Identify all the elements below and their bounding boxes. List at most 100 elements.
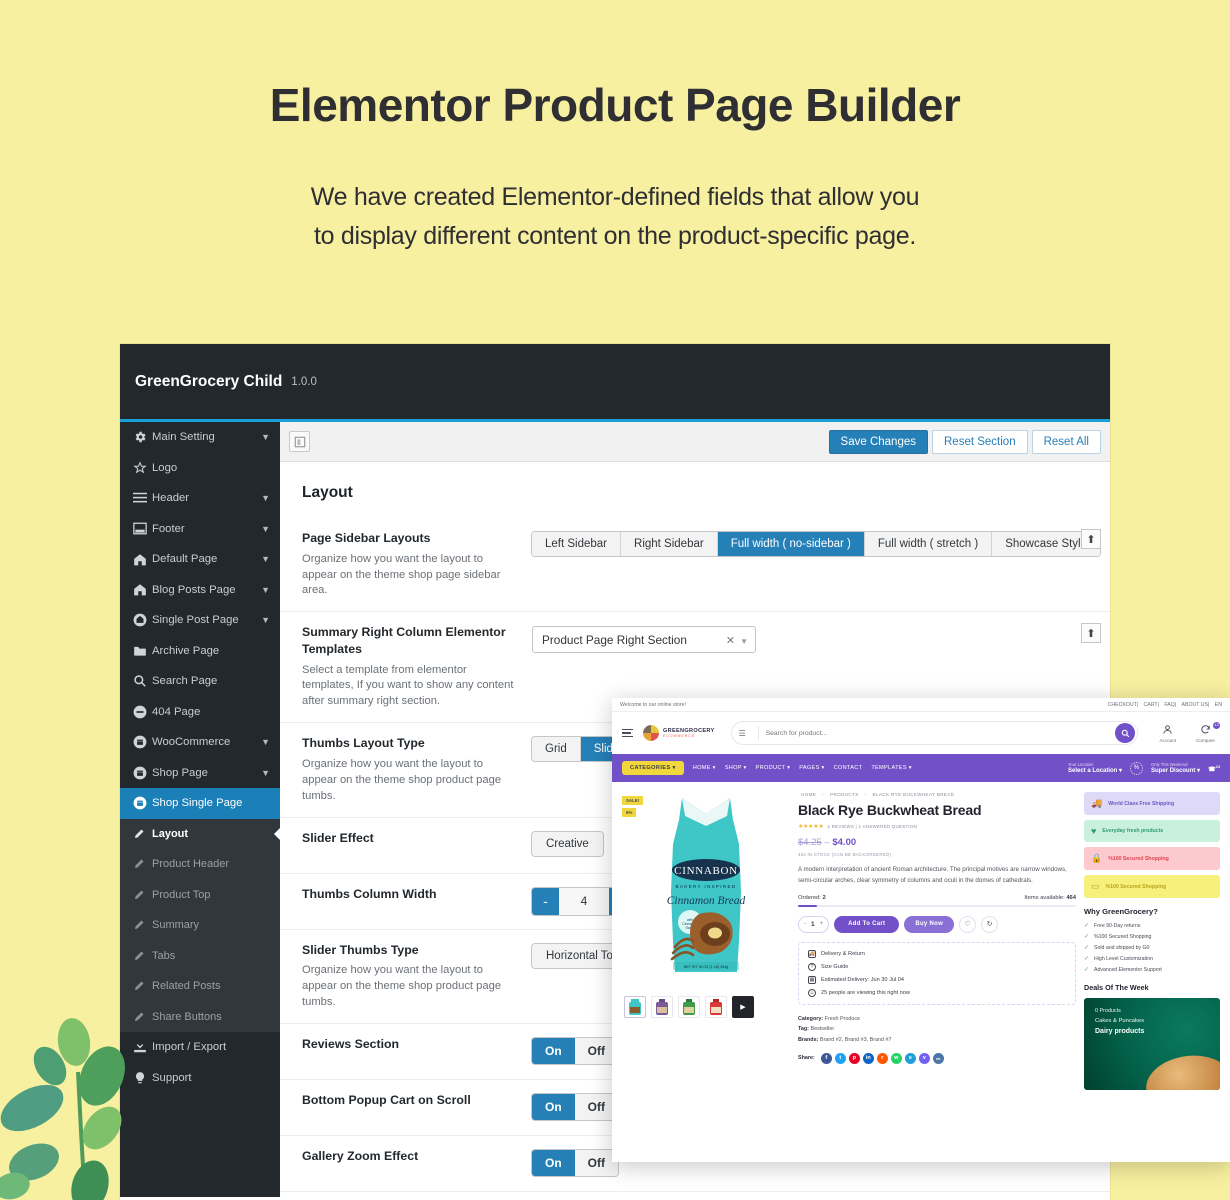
- sidebar-item-blog-posts-page[interactable]: Blog Posts Page ▼: [120, 575, 280, 606]
- seg-option-left-sidebar[interactable]: Left Sidebar: [532, 532, 622, 556]
- link-checkout[interactable]: CHECKOUT: [1108, 702, 1137, 708]
- location-selector[interactable]: Your Location Select a Location ▾: [1068, 762, 1122, 774]
- sidebar-subitem-product-header[interactable]: Product Header: [120, 849, 280, 880]
- sidebar-item-main-setting[interactable]: Main Setting ▼: [120, 422, 280, 453]
- heart-icon[interactable]: ♡: [959, 915, 977, 933]
- elementor-template-select[interactable]: Product Page Right Section ✕ ▼: [532, 626, 756, 654]
- link-language[interactable]: EN: [1215, 702, 1222, 708]
- facebook-icon[interactable]: f: [820, 1052, 832, 1064]
- link-about-us[interactable]: ABOUT US: [1182, 702, 1208, 708]
- sidebar-item-shop-single-page[interactable]: Shop Single Page: [120, 788, 280, 819]
- tag-value[interactable]: Bestseller: [810, 1026, 834, 1032]
- pinterest-icon[interactable]: p: [848, 1052, 860, 1064]
- twitter-icon[interactable]: t: [834, 1052, 846, 1064]
- nav-item-contact[interactable]: CONTACT: [834, 765, 863, 771]
- pencil-icon: [133, 826, 152, 841]
- seg-option-full-width-no-sidebar[interactable]: Full width ( no-sidebar ): [717, 532, 865, 556]
- save-changes-button[interactable]: Save Changes: [828, 429, 928, 454]
- reddit-icon[interactable]: r: [876, 1052, 888, 1064]
- clear-icon[interactable]: ✕: [726, 635, 735, 647]
- store-logo[interactable]: GREENGROCERY ECOMMERCE: [643, 725, 715, 741]
- seg-option-right-sidebar[interactable]: Right Sidebar: [621, 532, 718, 556]
- review-count-text[interactable]: 2 REVIEWS | 1 ANSWERED QUESTION: [827, 824, 917, 829]
- telegram-icon[interactable]: s: [904, 1052, 916, 1064]
- thumbnail-2[interactable]: [651, 996, 673, 1018]
- category-value[interactable]: Fresh Produce: [825, 1016, 860, 1022]
- menu-lines-icon: [133, 491, 152, 506]
- seg-option-grid[interactable]: Grid: [532, 737, 581, 762]
- breadcrumb-home[interactable]: HOME: [801, 792, 816, 797]
- info-text: 25 people are viewing this right now: [821, 989, 910, 996]
- vk-icon[interactable]: vk: [932, 1052, 944, 1064]
- seg-option-full-width-stretch[interactable]: Full width ( stretch ): [864, 532, 993, 556]
- toggle-on-option[interactable]: On: [532, 1037, 575, 1064]
- sidebar-item-woocommerce[interactable]: WooCommerce ▼: [120, 727, 280, 758]
- nav-item-product[interactable]: PRODUCT ▾: [756, 765, 791, 771]
- sidebar-item-shop-page[interactable]: Shop Page ▼: [120, 758, 280, 789]
- product-main-image[interactable]: CINNABON BAKERY INSPIRED Cinnamon Bread …: [647, 792, 765, 988]
- stepper-value[interactable]: 4: [559, 887, 609, 915]
- stepper-minus-button[interactable]: -: [532, 887, 559, 915]
- viber-icon[interactable]: v: [918, 1052, 930, 1064]
- qty-plus-button[interactable]: +: [820, 921, 824, 927]
- sidebar-item-default-page[interactable]: Default Page ▼: [120, 544, 280, 575]
- account-button[interactable]: Account: [1154, 724, 1181, 743]
- meta-category: Category: Fresh Produce: [798, 1015, 861, 1022]
- thumbnail-3[interactable]: [678, 996, 700, 1018]
- link-faq[interactable]: FAQ: [1164, 702, 1174, 708]
- link-cart[interactable]: CART: [1144, 702, 1158, 708]
- add-to-cart-button[interactable]: Add To Cart: [834, 915, 900, 933]
- toggle-on-option[interactable]: On: [532, 1149, 575, 1176]
- nav-item-pages[interactable]: PAGES ▾: [799, 765, 824, 771]
- category-filter-icon[interactable]: ☰: [739, 729, 751, 738]
- sidebar-item-search-page[interactable]: Search Page: [120, 666, 280, 697]
- qty-minus-button[interactable]: -: [804, 921, 806, 927]
- field-label: Thumbs Column Width: [302, 886, 437, 901]
- collapse-icon[interactable]: [289, 431, 310, 452]
- deal-card[interactable]: 0 Products Cakes & Puncakes Dairy produc…: [1084, 998, 1220, 1090]
- info-size-guide[interactable]: ? Size Guide: [808, 962, 1066, 971]
- reset-all-button[interactable]: Reset All: [1031, 429, 1101, 454]
- why-item: ✓ Sold and shipped by G0: [1084, 944, 1150, 952]
- sidebar-subitem-summary[interactable]: Summary: [120, 910, 280, 941]
- thumbnail-video[interactable]: ▶: [732, 996, 754, 1018]
- sidebar-item-logo[interactable]: Logo: [120, 453, 280, 484]
- sidebar-subitem-layout[interactable]: Layout: [120, 818, 280, 849]
- buy-now-button[interactable]: Buy Now: [904, 915, 955, 933]
- brands-value[interactable]: Brand #2, Brand #3, Brand #7: [820, 1037, 892, 1043]
- nav-item-shop[interactable]: SHOP ▾: [725, 765, 747, 771]
- thumbnail-4[interactable]: [705, 996, 727, 1018]
- breadcrumb-products[interactable]: PRODUCTS: [830, 792, 859, 797]
- hamburger-menu-icon[interactable]: [622, 727, 633, 740]
- linkedin-icon[interactable]: in: [862, 1052, 874, 1064]
- info-text: Delivery & Return: [821, 950, 865, 957]
- sidebar-subitem-tabs[interactable]: Tabs: [120, 940, 280, 971]
- quantity-stepper[interactable]: - 1 +: [798, 915, 830, 933]
- slider-effect-value[interactable]: Creative: [532, 831, 603, 856]
- info-delivery-return[interactable]: 🚚 Delivery & Return: [808, 949, 1066, 958]
- sidebar-item-404-page[interactable]: 404 Page: [120, 697, 280, 728]
- nav-item-home[interactable]: HOME ▾: [693, 765, 716, 771]
- discount-selector[interactable]: Only This Weekend Super Discount ▾: [1151, 762, 1200, 774]
- sidebar-item-header[interactable]: Header ▼: [120, 483, 280, 514]
- search-input[interactable]: [765, 729, 1116, 737]
- categories-button[interactable]: CATEGORIES ▾: [622, 761, 684, 775]
- sidebar-item-label: Search Page: [152, 675, 218, 688]
- sidebar-subitem-product-top[interactable]: Product Top: [120, 879, 280, 910]
- search-button[interactable]: [1115, 723, 1136, 743]
- thumbnail-1[interactable]: [624, 996, 646, 1018]
- sidebar-item-footer[interactable]: Footer ▼: [120, 514, 280, 545]
- compare-button[interactable]: 13 Compare: [1191, 721, 1220, 743]
- reset-section-button[interactable]: Reset Section: [932, 429, 1028, 454]
- toggle-on-option[interactable]: On: [532, 1093, 575, 1120]
- sidebar-item-archive-page[interactable]: Archive Page: [120, 636, 280, 667]
- sidebar-subitem-label: Product Top: [152, 888, 211, 901]
- scroll-top-icon[interactable]: ⬆: [1081, 623, 1101, 644]
- qty-value[interactable]: 1: [811, 921, 815, 928]
- nav-item-templates[interactable]: TEMPLATES ▾: [871, 765, 912, 771]
- whatsapp-icon[interactable]: w: [890, 1052, 902, 1064]
- phone-support[interactable]: ☎24: [1208, 764, 1220, 773]
- sidebar-item-single-post-page[interactable]: Single Post Page ▼: [120, 605, 280, 636]
- scroll-top-icon[interactable]: ⬆: [1081, 529, 1101, 549]
- refresh-icon[interactable]: ↻: [981, 915, 999, 933]
